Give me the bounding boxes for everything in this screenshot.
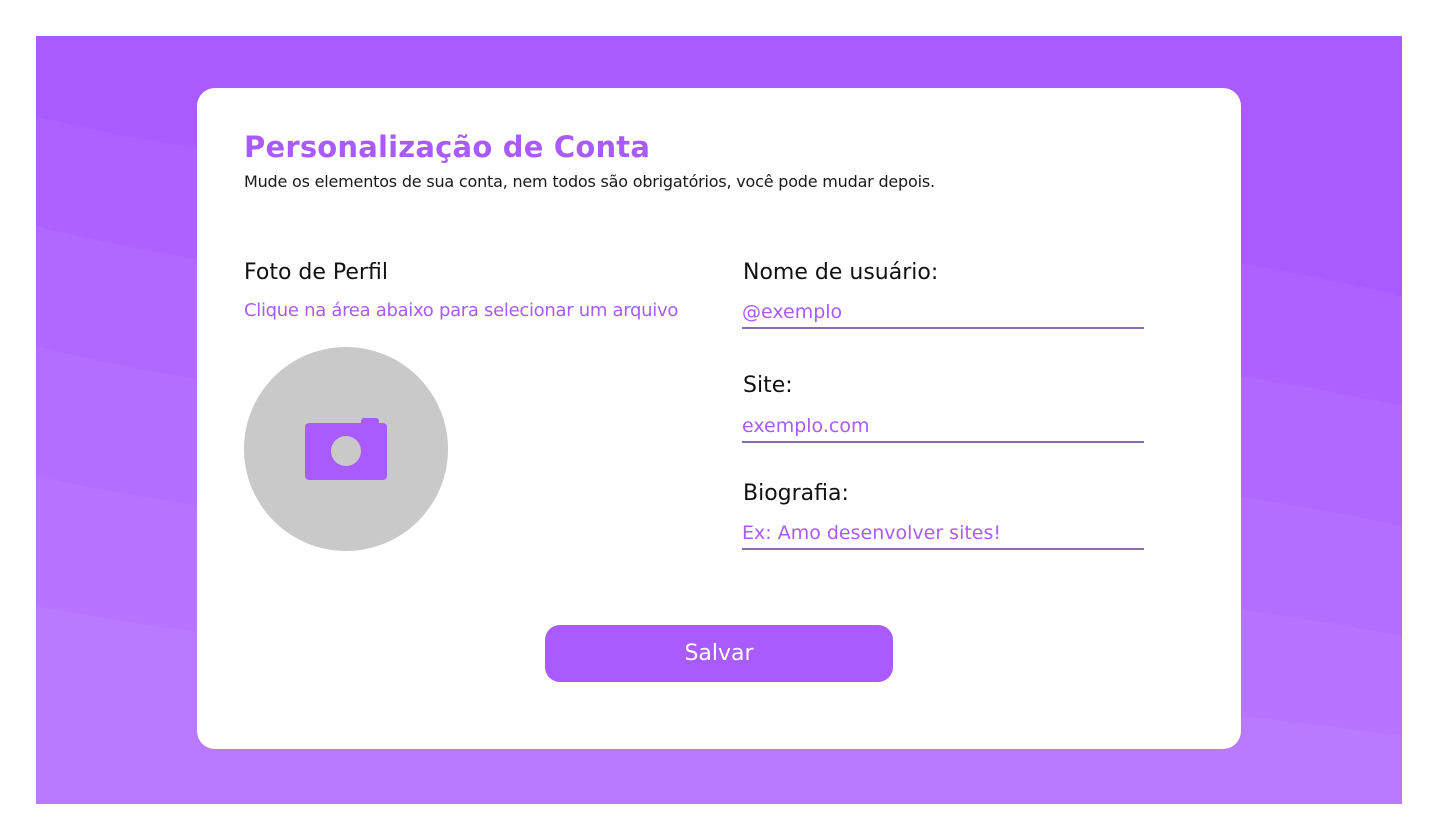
profile-photo-label: Foto de Perfil xyxy=(244,260,388,285)
camera-icon xyxy=(305,418,387,480)
site-label: Site: xyxy=(743,373,793,398)
bio-label: Biografia: xyxy=(743,481,849,506)
page-title: Personalização de Conta xyxy=(244,130,651,164)
page-subtitle: Mude os elementos de sua conta, nem todo… xyxy=(244,172,935,191)
bio-input[interactable] xyxy=(742,518,1144,550)
save-button[interactable]: Salvar xyxy=(545,625,893,682)
username-label: Nome de usuário: xyxy=(743,260,939,285)
profile-photo-picker[interactable] xyxy=(244,347,448,551)
site-input[interactable] xyxy=(742,411,1144,443)
profile-photo-hint: Clique na área abaixo para selecionar um… xyxy=(244,300,679,321)
account-settings-card: Personalização de Conta Mude os elemento… xyxy=(197,88,1241,749)
username-input[interactable] xyxy=(742,297,1144,329)
page-background: Personalização de Conta Mude os elemento… xyxy=(36,36,1402,804)
